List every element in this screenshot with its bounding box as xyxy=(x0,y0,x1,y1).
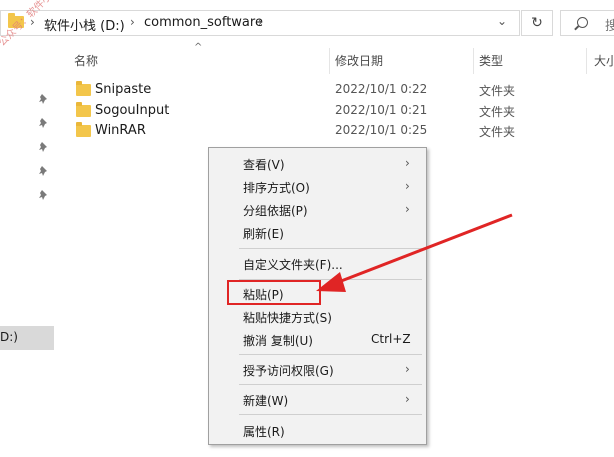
annotation-arrow xyxy=(316,213,513,292)
